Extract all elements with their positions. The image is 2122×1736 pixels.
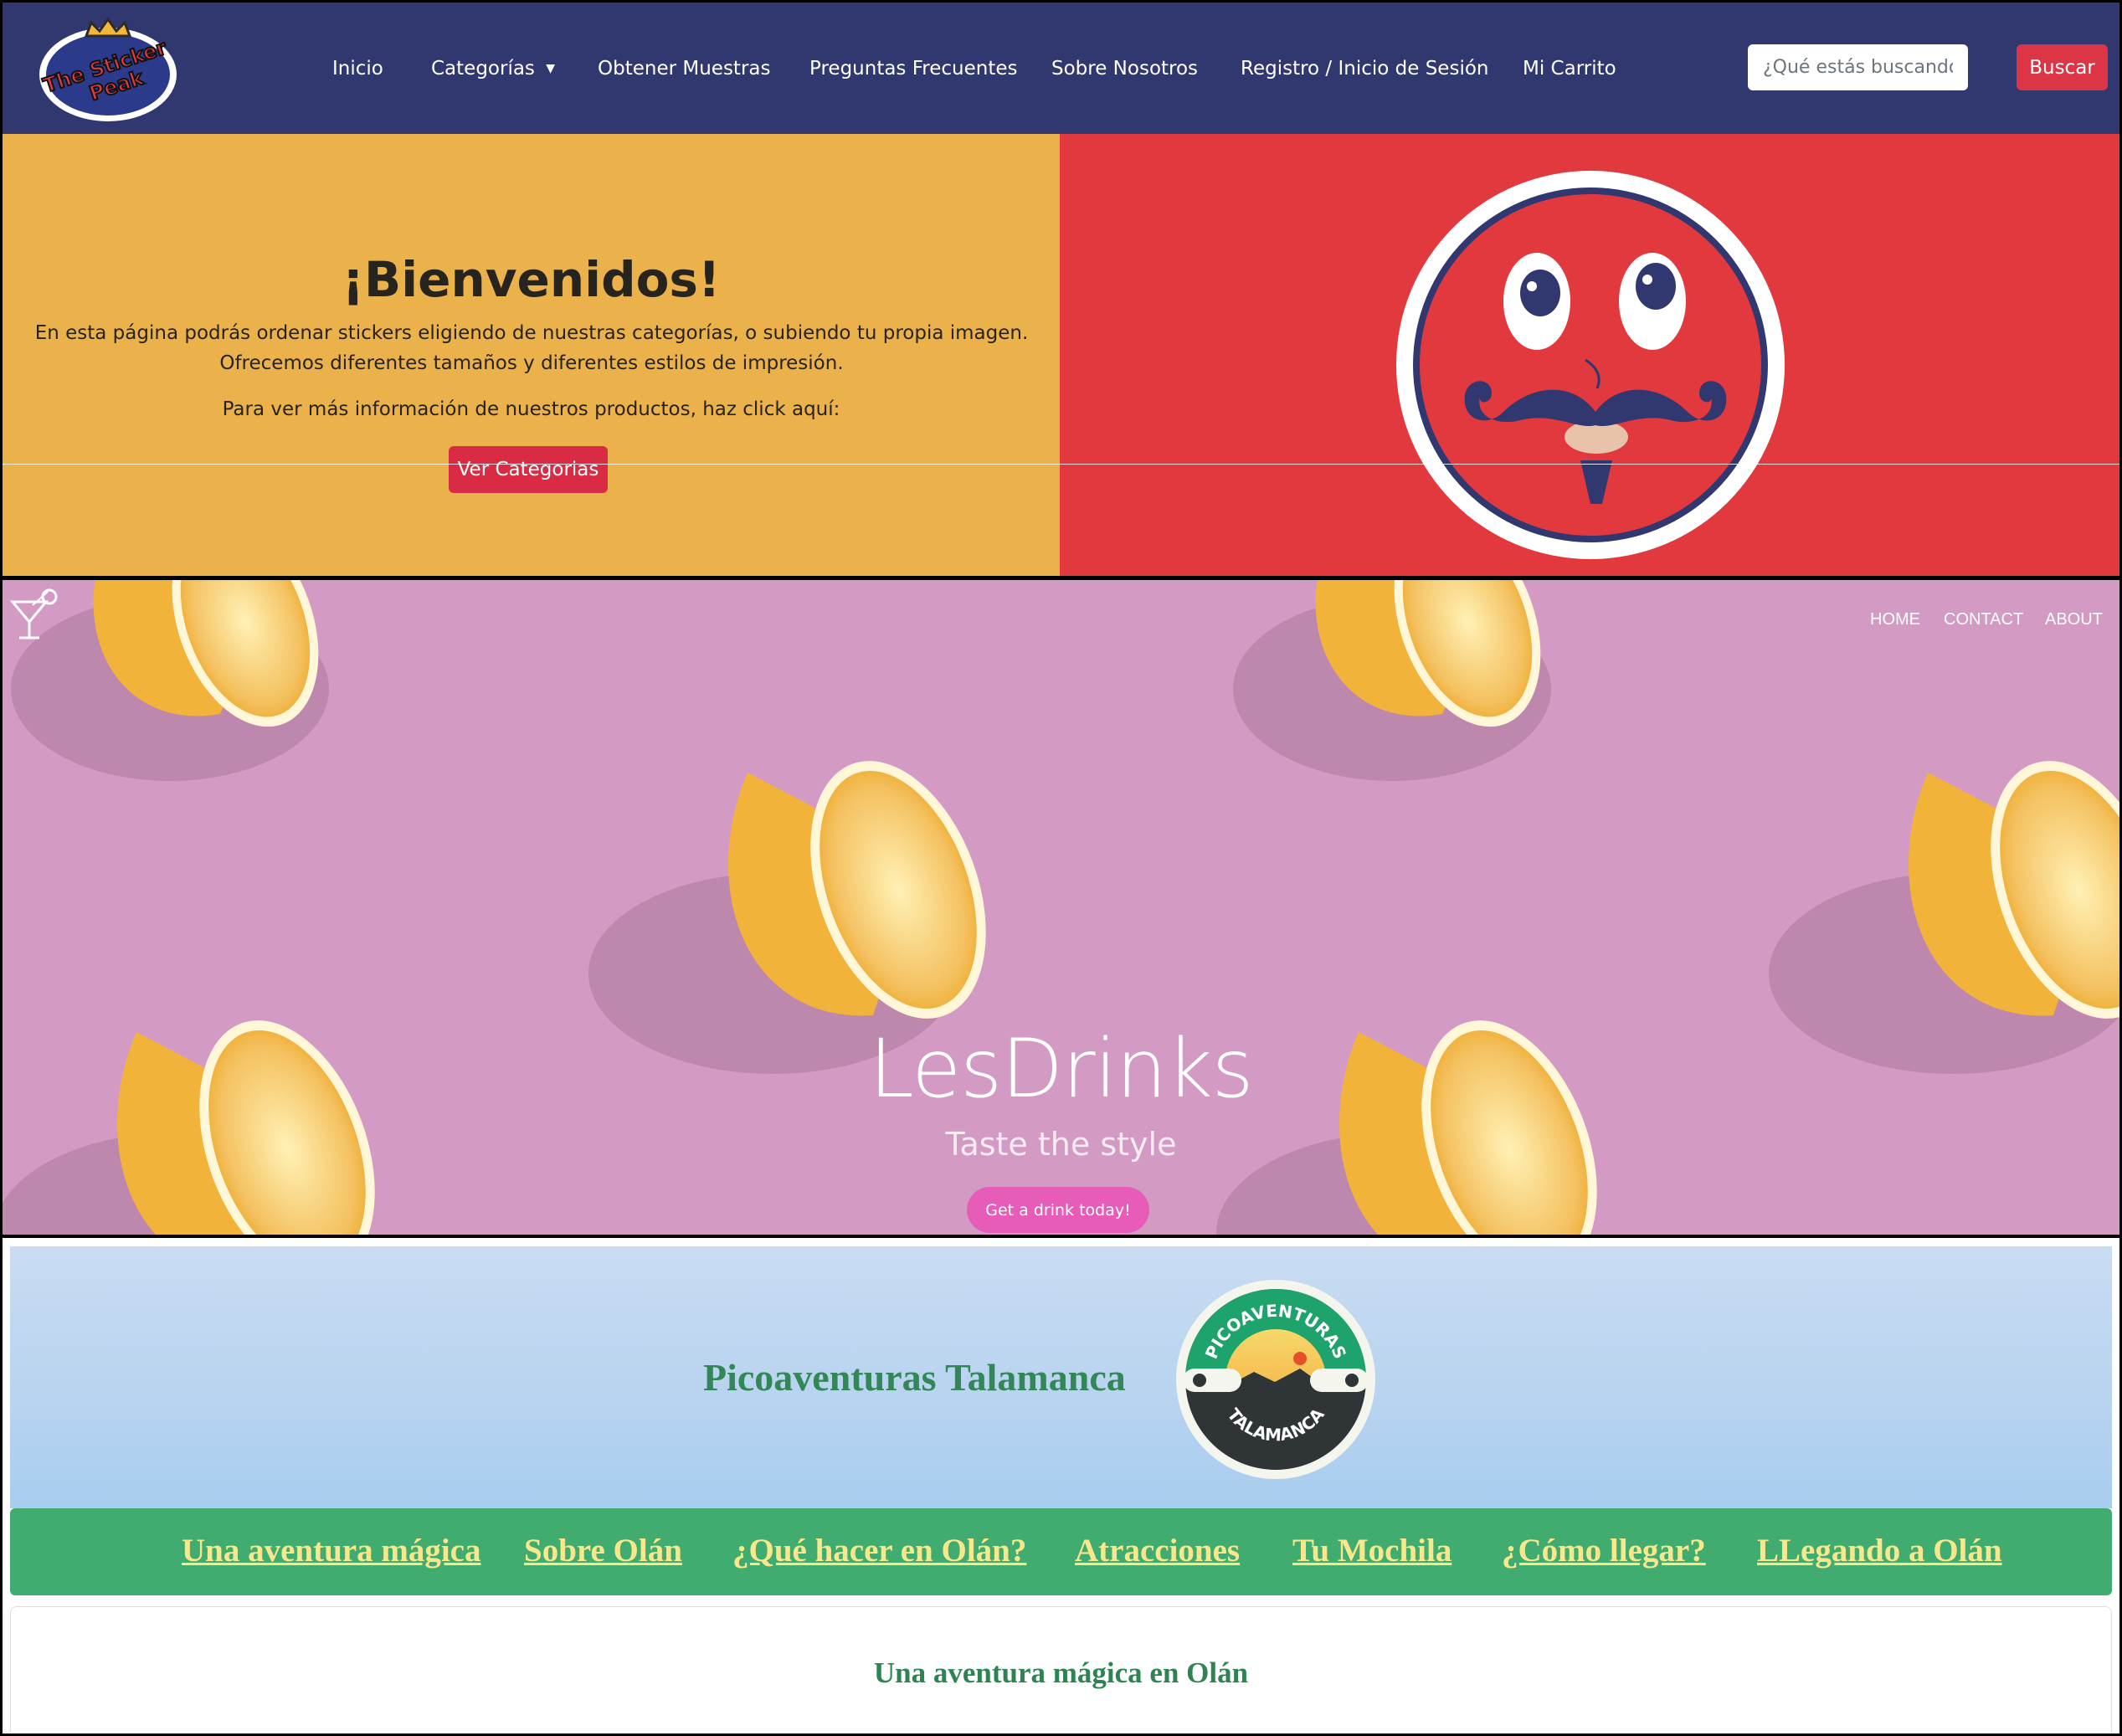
site-title: Picoaventuras Talamanca (703, 1356, 1126, 1399)
welcome-panel: ¡Bienvenidos! En esta página podrás orde… (3, 134, 1060, 576)
chevron-down-icon: ▼ (546, 62, 556, 75)
nav-link-llegando[interactable]: LLegando a Olán (1757, 1532, 2002, 1569)
nav-link-muestras[interactable]: Obtener Muestras (598, 58, 770, 80)
nav-link-como-llegar[interactable]: ¿Cómo llegar? (1502, 1532, 1706, 1569)
search-input[interactable] (1748, 44, 1968, 90)
section-heading: Una aventura mágica en Olán (873, 1656, 1249, 1689)
mustache-face-sticker (1396, 171, 1785, 559)
nav-link-categorias-label: Categorías (431, 58, 535, 80)
drinks-nav-home[interactable]: HOME (1870, 610, 1920, 629)
cocktail-glass-icon[interactable] (8, 587, 59, 640)
nav-link-atracciones[interactable]: Atracciones (1075, 1532, 1240, 1569)
picoaventuras-site-screenshot: Picoaventuras Talamanca PICOAVENTURAS TA… (3, 1238, 2119, 1733)
drinks-nav-contact[interactable]: CONTACT (1944, 610, 2023, 629)
nav-link-preguntas[interactable]: Preguntas Frecuentes (809, 58, 1018, 80)
sticker-peak-logo[interactable]: The Sticker Peak (36, 18, 180, 123)
drinks-nav-about[interactable]: ABOUT (2045, 610, 2103, 629)
sticker-site-screenshot: The Sticker Peak Inicio Categorías ▼ Obt… (3, 3, 2119, 576)
nav-link-sobre-nosotros[interactable]: Sobre Nosotros (1051, 58, 1198, 80)
nav-link-carrito[interactable]: Mi Carrito (1523, 58, 1616, 80)
search-button[interactable]: Buscar (2017, 44, 2108, 90)
more-info-text: Para ver más información de nuestros pro… (222, 398, 840, 420)
drinks-site-screenshot: HOME CONTACT ABOUT LesDrinks Taste the s… (3, 580, 2119, 1235)
nav-link-registro[interactable]: Registro / Inicio de Sesión (1241, 58, 1488, 80)
divider-line (3, 464, 2119, 465)
nav-link-mochila[interactable]: Tu Mochila (1292, 1532, 1451, 1569)
drinks-subtitle: Taste the style (945, 1126, 1177, 1163)
picoaventuras-badge-logo: PICOAVENTURAS TALAMANCA (1176, 1280, 1375, 1479)
sticker-navbar: The Sticker Peak Inicio Categorías ▼ Obt… (3, 3, 2119, 134)
mascot-panel (1060, 134, 2119, 576)
nav-link-aventura[interactable]: Una aventura mágica (182, 1532, 480, 1569)
pico-navbar: Una aventura mágica Sobre Olán ¿Qué hace… (10, 1508, 2112, 1595)
get-drink-button[interactable]: Get a drink today! (967, 1187, 1149, 1233)
welcome-text: En esta página podrás ordenar stickers e… (34, 322, 1029, 374)
view-categories-button[interactable]: Ver Categorias (449, 446, 608, 493)
nav-link-sobre-olan[interactable]: Sobre Olán (524, 1532, 682, 1569)
nav-link-inicio[interactable]: Inicio (332, 58, 383, 80)
welcome-title: ¡Bienvenidos! (342, 251, 721, 308)
nav-link-que-hacer[interactable]: ¿Qué hacer en Olán? (732, 1532, 1026, 1569)
drinks-title: LesDrinks (869, 1022, 1253, 1116)
nav-link-categorias[interactable]: Categorías ▼ (431, 58, 555, 80)
